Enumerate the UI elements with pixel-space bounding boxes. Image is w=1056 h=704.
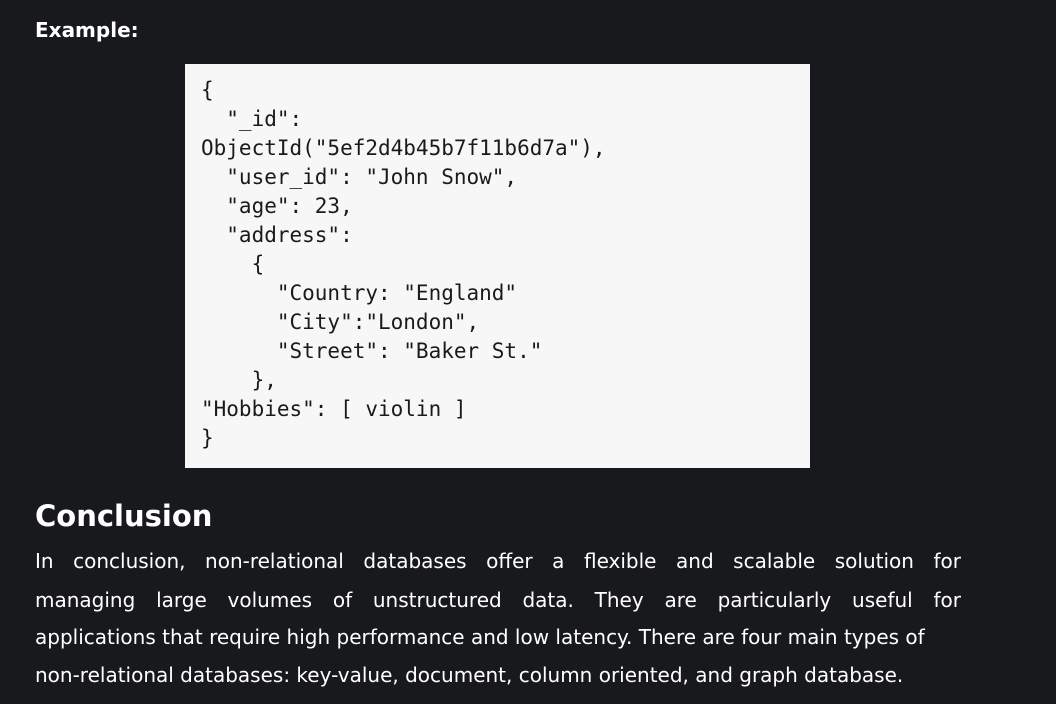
code-line: }, (201, 368, 277, 392)
code-line: "_id": (201, 107, 303, 131)
code-line: "address": (201, 223, 353, 247)
code-line: } (201, 426, 214, 450)
code-line: "Hobbies": [ violin ] (201, 397, 467, 421)
paragraph-line: In conclusion, non-relational databases … (35, 549, 961, 573)
code-line: { (201, 252, 265, 276)
code-block: { "_id": ObjectId("5ef2d4b45b7f11b6d7a")… (185, 64, 810, 468)
code-line: "user_id": "John Snow", (201, 165, 518, 189)
code-line: ObjectId("5ef2d4b45b7f11b6d7a"), (201, 136, 606, 160)
section-heading: Conclusion (35, 499, 213, 533)
code-line: "Street": "Baker St." (201, 339, 543, 363)
paragraph-line: non-relational databases: key-value, doc… (35, 663, 904, 687)
code-line: { (201, 78, 214, 102)
code-line: "City":"London", (201, 310, 480, 334)
code-line: "Country: "England" (201, 281, 518, 305)
paragraph-line: applications that require high performan… (35, 625, 925, 649)
paragraph-line: managing large volumes of unstructured d… (35, 588, 961, 612)
code-line: "age": 23, (201, 194, 353, 218)
example-label: Example: (35, 18, 139, 42)
